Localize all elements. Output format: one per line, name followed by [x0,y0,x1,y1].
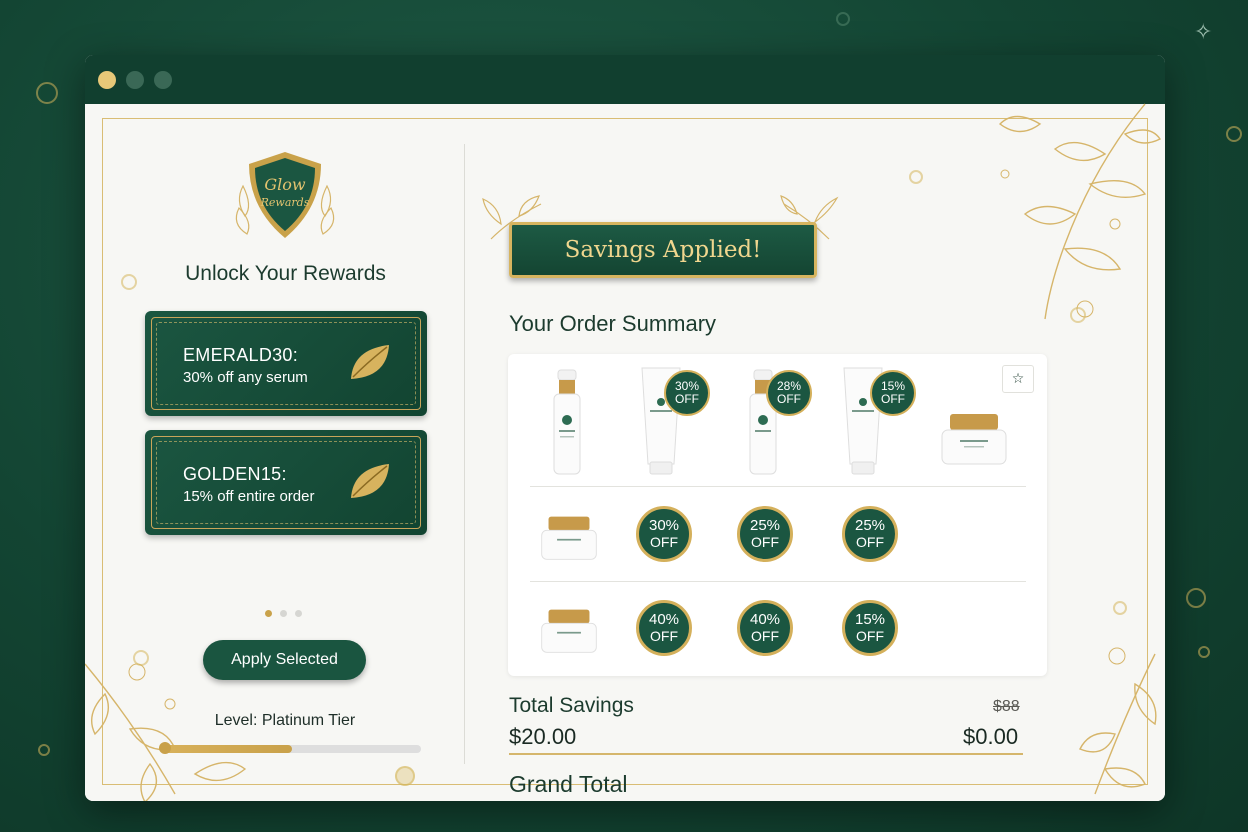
level-progress-bar [159,742,421,754]
decor-bubble [121,274,137,290]
decor-bubble [1226,126,1242,142]
grand-total-amount: $0.00 [963,724,1019,749]
order-summary-title: Your Order Summary [509,311,717,336]
discount-badge: 40% OFF [737,600,793,656]
sparkle-icon: ✧ [1194,20,1213,45]
discount-badge: 25% OFF [737,506,793,562]
decor-bubble [1113,601,1127,615]
decor-bubble [1186,588,1206,608]
discount-badge: 15% OFF [842,600,898,656]
order-items-grid: ☆ 30% OFF 28% OFF 15% OFF 30% OFF 25% OF… [508,354,1047,676]
product-cream-jar[interactable] [540,607,598,655]
foliage-decoration-top-right [998,103,1162,320]
badge-text-glow: Glow [264,175,306,194]
coupon-card-emerald30[interactable]: EMERALD30: 30% off any serum [145,311,427,416]
coupon-code: GOLDEN15: [183,464,287,484]
serum-bottle-icon [553,369,581,475]
badge-text-rewards: Rewards [260,196,310,209]
level-progress-knob [159,742,171,754]
jar-icon [941,414,1007,465]
leaf-icon [351,464,389,498]
app-window: Glow Rewards Unlock Your Rewards EMERALD… [85,55,1165,801]
discount-badge: 28% OFF [766,370,812,416]
decor-bubble [38,744,50,756]
decor-bubble [133,650,149,666]
decor-bubble [836,12,850,26]
discount-badge: 25% OFF [842,506,898,562]
discount-badge: 30% OFF [664,370,710,416]
savings-applied-banner: Savings Applied! [509,222,817,278]
foliage-decoration-bottom-right [1079,647,1157,795]
rewards-title: Unlock Your Rewards [185,262,386,285]
product-cream-jar[interactable] [540,514,598,562]
jar-icon [541,516,597,560]
decor-bubble [36,82,58,104]
glow-rewards-logo: Glow Rewards [225,146,345,246]
original-price: $88 [993,698,1020,715]
row-separator [530,581,1026,582]
coupon-description: 30% off any serum [183,369,308,386]
level-label: Level: Platinum Tier [214,712,356,729]
discount-badge: 40% OFF [636,600,692,656]
main-content: Glow Rewards Unlock Your Rewards EMERALD… [85,103,1165,801]
row-separator [530,486,1026,487]
discount-badge: 30% OFF [636,506,692,562]
decor-bubble [909,170,923,184]
jar-icon [541,609,597,653]
star-icon: ☆ [1011,371,1025,387]
favorite-button[interactable]: ☆ [1002,365,1034,393]
pager-dot[interactable] [280,610,287,617]
column-divider [464,144,465,764]
grand-total-label: Grand Total [509,771,628,797]
leaf-icon [351,345,389,379]
apply-selected-button[interactable]: Apply Selected [203,640,366,680]
coupon-card-golden15[interactable]: GOLDEN15: 15% off entire order [145,430,427,535]
coupon-description: 15% off entire order [183,488,315,505]
decor-bubble [395,766,415,786]
window-minimize-button[interactable] [126,71,144,89]
totals-divider [509,753,1023,755]
discount-badge: 15% OFF [870,370,916,416]
savings-amount: $20.00 [509,724,577,749]
coupon-code: EMERALD30: [183,345,299,365]
coupon-pager [265,610,305,618]
product-cream-jar[interactable] [940,412,1008,466]
total-savings-label: Total Savings [509,694,634,717]
window-close-button[interactable] [98,71,116,89]
decor-bubble [1070,307,1086,323]
decor-bubble [1198,646,1210,658]
product-serum[interactable] [550,368,584,476]
pager-dot-active[interactable] [265,610,272,617]
window-maximize-button[interactable] [154,71,172,89]
level-progress-fill [163,745,292,753]
pager-dot[interactable] [295,610,302,617]
